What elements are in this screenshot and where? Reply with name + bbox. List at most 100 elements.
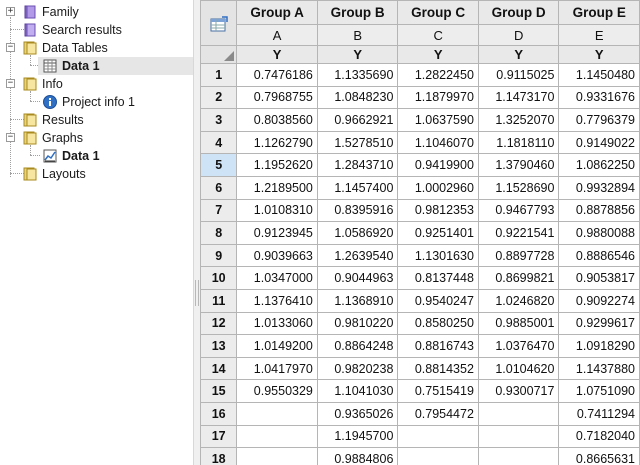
- row-number[interactable]: 9: [200, 243, 238, 268]
- data-cell[interactable]: 0.8580250: [397, 311, 479, 336]
- data-cell[interactable]: 1.1041030: [316, 379, 399, 403]
- data-cell[interactable]: 1.1879970: [397, 85, 479, 110]
- data-cell[interactable]: 1.5278510: [316, 130, 399, 155]
- data-cell[interactable]: 1.0108310: [236, 198, 318, 223]
- data-cell[interactable]: 0.9662921: [316, 108, 399, 132]
- data-cell[interactable]: 1.0918290: [558, 334, 640, 358]
- data-cell[interactable]: 1.1528690: [477, 175, 560, 200]
- data-cell[interactable]: 0.9251401: [397, 221, 479, 245]
- row-number[interactable]: 14: [200, 356, 238, 381]
- data-cell[interactable]: 0.9419900: [397, 153, 479, 177]
- data-cell[interactable]: 0.9820238: [316, 356, 399, 381]
- data-cell[interactable]: 0.7476186: [236, 63, 318, 87]
- row-number[interactable]: 8: [200, 221, 238, 245]
- data-cell[interactable]: 1.1376410: [236, 288, 318, 313]
- data-cell[interactable]: 0.8878856: [558, 198, 640, 223]
- tree-item-family[interactable]: + Family: [0, 3, 193, 21]
- row-number[interactable]: 2: [200, 85, 238, 110]
- data-cell[interactable]: 0.9884806: [316, 447, 399, 465]
- data-cell[interactable]: 0.8395916: [316, 198, 399, 223]
- column-header-group-e[interactable]: Group E: [558, 0, 640, 25]
- splitter-grip[interactable]: [195, 280, 199, 306]
- data-cell[interactable]: 1.0002960: [397, 175, 479, 200]
- data-cell[interactable]: 1.1457400: [316, 175, 399, 200]
- data-cell[interactable]: 1.1818110: [477, 130, 560, 155]
- column-header-group-a[interactable]: Group A: [236, 0, 318, 25]
- collapse-icon[interactable]: −: [6, 43, 15, 52]
- data-cell[interactable]: 1.0246820: [477, 288, 560, 313]
- row-number[interactable]: 13: [200, 334, 238, 358]
- data-cell[interactable]: 0.9123945: [236, 221, 318, 245]
- data-cell[interactable]: 0.7411294: [558, 401, 640, 426]
- collapse-icon[interactable]: −: [6, 79, 15, 88]
- data-cell[interactable]: 1.0149200: [236, 334, 318, 358]
- data-cell[interactable]: 0.9221541: [477, 221, 560, 245]
- data-cell[interactable]: 1.0848230: [316, 85, 399, 110]
- data-cell[interactable]: 1.1952620: [236, 153, 318, 177]
- data-cell[interactable]: 1.1368910: [316, 288, 399, 313]
- data-cell[interactable]: 0.9885001: [477, 311, 560, 336]
- tree-item-info[interactable]: − Info: [0, 75, 193, 93]
- data-cell[interactable]: 0.9331676: [558, 85, 640, 110]
- data-cell[interactable]: 1.1301630: [397, 243, 479, 268]
- data-cell[interactable]: 0.9299617: [558, 311, 640, 336]
- tree-item-search-results[interactable]: Search results: [0, 21, 193, 39]
- row-number[interactable]: 4: [200, 130, 238, 155]
- tree-item-layouts[interactable]: Layouts: [0, 165, 193, 183]
- data-cell[interactable]: 1.0862250: [558, 153, 640, 177]
- tree-item-results[interactable]: Results: [0, 111, 193, 129]
- data-cell[interactable]: 0.8816743: [397, 334, 479, 358]
- row-number[interactable]: 6: [200, 175, 238, 200]
- data-cell[interactable]: 0.8038560: [236, 108, 318, 132]
- select-all-corner[interactable]: [200, 45, 238, 64]
- data-cell[interactable]: 0.9810220: [316, 311, 399, 336]
- data-cell[interactable]: 0.9812353: [397, 198, 479, 223]
- column-header-group-d[interactable]: Group D: [477, 0, 560, 25]
- data-cell[interactable]: 1.1437880: [558, 356, 640, 381]
- tree-item-project-info[interactable]: Project info 1: [38, 93, 193, 111]
- data-cell[interactable]: 1.0376470: [477, 334, 560, 358]
- data-cell[interactable]: 0.9039663: [236, 243, 318, 268]
- data-cell[interactable]: 0.8864248: [316, 334, 399, 358]
- data-cell[interactable]: 0.9092274: [558, 288, 640, 313]
- data-cell[interactable]: 0.9053817: [558, 266, 640, 290]
- data-cell[interactable]: 1.0347000: [236, 266, 318, 290]
- row-number[interactable]: 11: [200, 288, 238, 313]
- data-cell[interactable]: 0.8137448: [397, 266, 479, 290]
- row-number[interactable]: 5: [200, 153, 238, 177]
- tree-item-data-1-table[interactable]: Data 1: [38, 57, 193, 75]
- data-cell[interactable]: 0.8897728: [477, 243, 560, 268]
- data-cell[interactable]: 1.2843710: [316, 153, 399, 177]
- data-cell[interactable]: 0.8814352: [397, 356, 479, 381]
- row-number[interactable]: 17: [200, 424, 238, 449]
- data-cell[interactable]: 1.0133060: [236, 311, 318, 336]
- data-cell[interactable]: 1.0586920: [316, 221, 399, 245]
- data-cell[interactable]: 0.9550329: [236, 379, 318, 403]
- data-cell[interactable]: 1.3252070: [477, 108, 560, 132]
- data-cell[interactable]: 1.0751090: [558, 379, 640, 403]
- row-number[interactable]: 7: [200, 198, 238, 223]
- data-cell[interactable]: 0.9300717: [477, 379, 560, 403]
- data-cell[interactable]: 0.9932894: [558, 175, 640, 200]
- expand-icon[interactable]: +: [6, 7, 15, 16]
- data-cell[interactable]: 1.0417970: [236, 356, 318, 381]
- data-cell[interactable]: 1.2189500: [236, 175, 318, 200]
- column-header-group-b[interactable]: Group B: [316, 0, 399, 25]
- column-header-group-c[interactable]: Group C: [397, 0, 479, 25]
- tree-item-data-1-graph[interactable]: Data 1: [38, 147, 193, 165]
- data-cell[interactable]: 1.1473170: [477, 85, 560, 110]
- data-cell[interactable]: 1.0104620: [477, 356, 560, 381]
- data-cell[interactable]: 1.1262790: [236, 130, 318, 155]
- data-cell[interactable]: 1.1450480: [558, 63, 640, 87]
- data-cell[interactable]: 0.9467793: [477, 198, 560, 223]
- data-cell[interactable]: 1.1046070: [397, 130, 479, 155]
- tree-item-graphs[interactable]: − Graphs: [0, 129, 193, 147]
- data-cell[interactable]: 0.8699821: [477, 266, 560, 290]
- data-cell[interactable]: 0.9880088: [558, 221, 640, 245]
- data-cell[interactable]: 1.1945700: [316, 424, 399, 449]
- data-cell[interactable]: [236, 424, 318, 449]
- row-number[interactable]: 1: [200, 63, 238, 87]
- row-number[interactable]: 10: [200, 266, 238, 290]
- data-cell[interactable]: [397, 447, 479, 465]
- data-cell[interactable]: 1.2639540: [316, 243, 399, 268]
